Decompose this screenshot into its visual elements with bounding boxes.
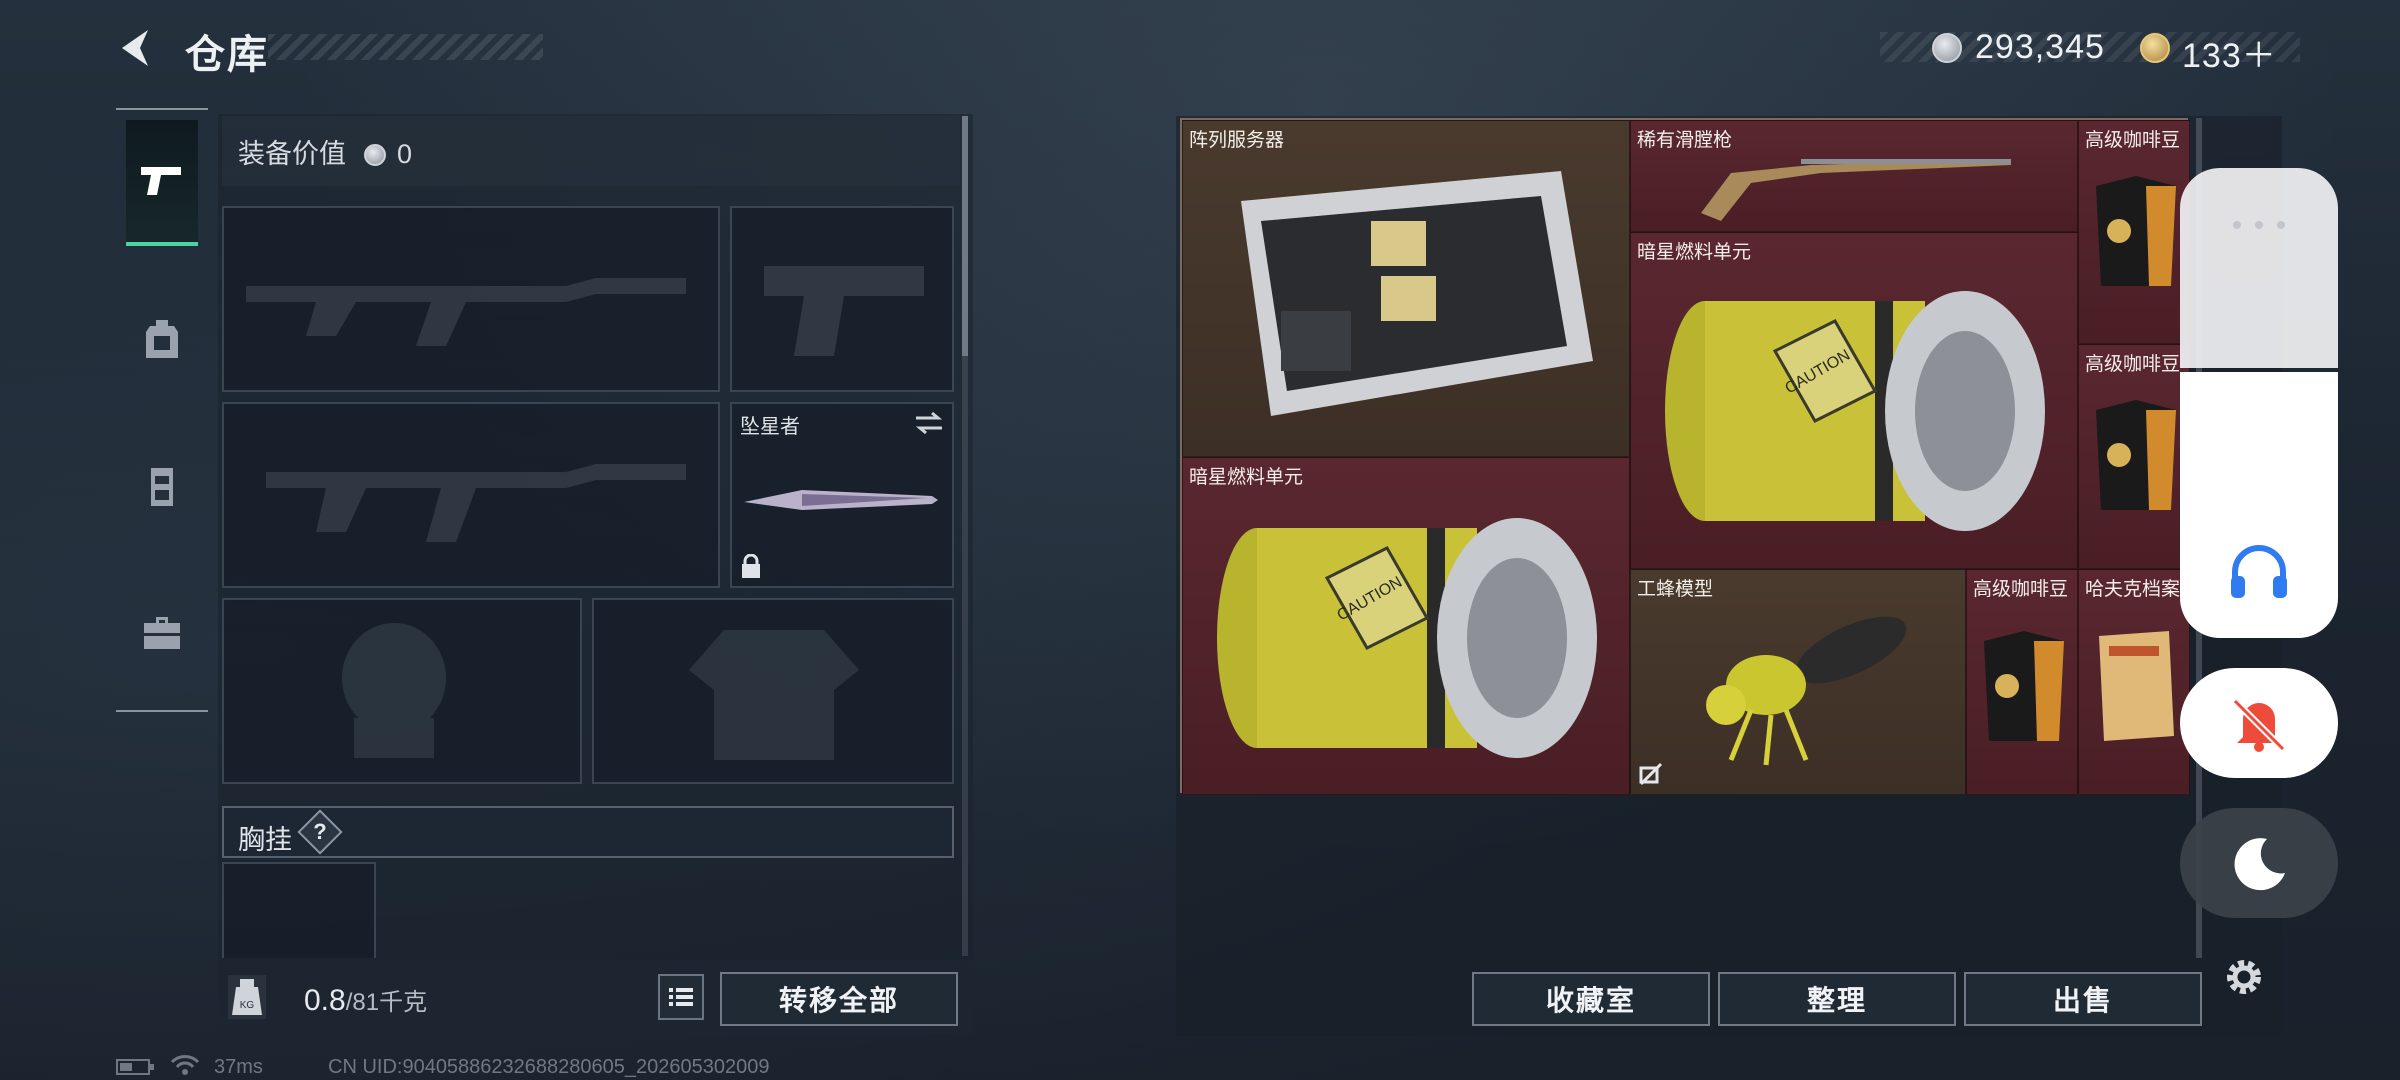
- silver-coin-icon: [363, 144, 386, 166]
- item-array-server[interactable]: 阵列服务器: [1182, 120, 1630, 457]
- coffee-bag-icon: [2096, 176, 2176, 286]
- kg-label: KG: [240, 1000, 255, 1011]
- melee-slot[interactable]: 坠星者: [730, 402, 954, 588]
- silver-coin-icon: [1932, 33, 1962, 63]
- helmet-slot[interactable]: [222, 598, 582, 784]
- gold-amount[interactable]: 133＋: [2182, 28, 2277, 77]
- overlay-menu-top[interactable]: [2180, 168, 2338, 368]
- list-icon: [669, 988, 693, 1006]
- armor-slot[interactable]: [592, 598, 954, 784]
- more-dots-icon[interactable]: [2229, 218, 2289, 232]
- item-coffee-beans[interactable]: 高级咖啡豆: [2078, 344, 2190, 569]
- item-darkstar-fuel-cell[interactable]: 暗星燃料单元 CAUTION: [1182, 457, 1630, 795]
- kettlebell-icon: KG: [232, 979, 262, 1015]
- chest-rig-slot[interactable]: [222, 862, 376, 958]
- item-coffee-beans[interactable]: 高级咖啡豆: [1966, 569, 2078, 795]
- moon-icon[interactable]: [2229, 833, 2289, 893]
- musket-icon: [1701, 159, 2011, 221]
- item-name: 高级咖啡豆: [1973, 579, 2069, 600]
- chest-rig-label: 胸挂: [238, 825, 292, 855]
- weight-current: 0.8: [304, 984, 346, 1017]
- briefcase-icon: [144, 617, 180, 649]
- helmet-silhouette-icon: [342, 623, 446, 758]
- silver-amount: 293,345: [1975, 28, 2105, 66]
- equipment-value-amount: 0: [397, 139, 413, 169]
- item-name: 暗星燃料单元: [1189, 467, 1304, 488]
- item-name: 高级咖啡豆: [2085, 354, 2181, 375]
- ping-readout: 37ms: [214, 1056, 263, 1078]
- pistol-slot[interactable]: [730, 206, 954, 392]
- rotate-icon: [1639, 762, 1663, 786]
- wifi-icon: [170, 1055, 200, 1075]
- weight-max: /81千克: [345, 989, 428, 1016]
- stash-grid: 阵列服务器 稀有滑膛枪 高级咖啡豆 暗星燃料单元 CAUTION 高级咖啡豆 暗…: [1180, 118, 2190, 795]
- fuel-cell-icon: CAUTION: [1217, 518, 1597, 758]
- item-name: 高级咖啡豆: [2085, 130, 2181, 151]
- category-tabs: [116, 108, 208, 712]
- melee-slot-name: 坠星者: [740, 416, 800, 438]
- list-view-button[interactable]: [658, 974, 704, 1020]
- sell-button[interactable]: 出售: [1964, 972, 2202, 1026]
- lock-icon: [742, 554, 760, 578]
- item-darkstar-fuel-cell[interactable]: 暗星燃料单元 CAUTION: [1630, 232, 2078, 569]
- item-coffee-beans[interactable]: 高级咖啡豆: [2078, 120, 2190, 344]
- title-decoration: [268, 34, 543, 60]
- pistol-silhouette-icon: [764, 266, 924, 356]
- item-haavk-dossier[interactable]: 哈夫克档案: [2078, 569, 2190, 795]
- back-arrow-icon[interactable]: [112, 24, 156, 72]
- coffee-bag-icon: [2096, 400, 2176, 510]
- overlay-audio-panel[interactable]: [2180, 372, 2338, 638]
- tab-backpack[interactable]: [126, 276, 198, 402]
- collection-room-button[interactable]: 收藏室: [1472, 972, 1710, 1026]
- bell-off-icon[interactable]: [2227, 693, 2291, 753]
- pistol-icon: [141, 167, 181, 195]
- scrollbar-thumb[interactable]: [962, 116, 968, 356]
- sort-button[interactable]: 整理: [1718, 972, 1956, 1026]
- item-name: 暗星燃料单元: [1637, 242, 1752, 263]
- user-uid: CN UID:9040588623268828060​5_20260530200…: [328, 1056, 770, 1078]
- primary-weapon-slot[interactable]: [222, 206, 720, 392]
- wasp-icon: [1706, 616, 1907, 766]
- gold-coin-icon: [2140, 33, 2170, 63]
- backpack-icon: [146, 320, 178, 358]
- weight-icon: KG: [228, 975, 266, 1019]
- equipment-value: 装备价值 0: [238, 132, 412, 171]
- tab-weapons[interactable]: [126, 120, 198, 246]
- headphones-icon[interactable]: [2227, 542, 2291, 600]
- weight-readout: 0.8/81千克: [304, 982, 427, 1018]
- item-musket[interactable]: 稀有滑膛枪: [1630, 120, 2078, 232]
- locker-icon: [151, 468, 173, 506]
- item-name: 哈夫克档案: [2085, 579, 2181, 600]
- overlay-mute-toggle[interactable]: [2180, 668, 2338, 778]
- transfer-all-button[interactable]: 转移全部: [720, 972, 958, 1026]
- armor-silhouette-icon: [689, 630, 859, 760]
- item-wasp-model[interactable]: 工蜂模型: [1630, 569, 1966, 795]
- fuel-cell-icon: CAUTION: [1665, 291, 2045, 531]
- secondary-weapon-slot[interactable]: [222, 402, 720, 588]
- overlay-night-mode[interactable]: [2180, 808, 2338, 918]
- item-name: 阵列服务器: [1189, 130, 1285, 151]
- rifle-silhouette-icon: [246, 278, 686, 346]
- help-icon[interactable]: ?: [304, 816, 336, 848]
- coffee-bag-icon: [1984, 631, 2064, 741]
- swap-icon[interactable]: [914, 410, 944, 436]
- battery-icon: [116, 1059, 154, 1075]
- server-icon: [1241, 171, 1593, 416]
- tab-rig[interactable]: [126, 424, 198, 550]
- tab-case[interactable]: [126, 570, 198, 696]
- gear-icon[interactable]: [2222, 955, 2266, 999]
- page-title: 仓库: [185, 33, 269, 77]
- rifle-silhouette-icon: [266, 464, 686, 542]
- equipment-value-label: 装备价值: [238, 139, 346, 169]
- knife-icon: [744, 490, 938, 510]
- dossier-icon: [2099, 631, 2174, 741]
